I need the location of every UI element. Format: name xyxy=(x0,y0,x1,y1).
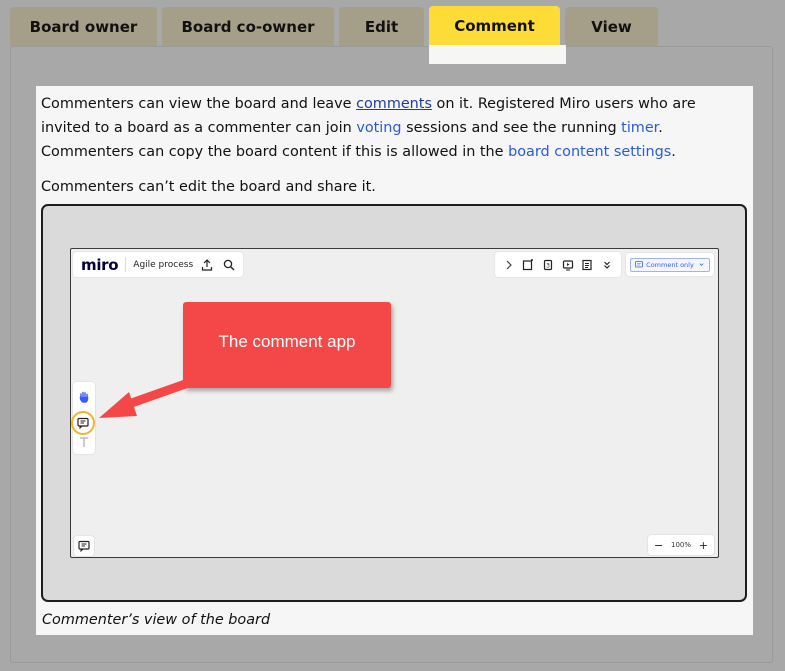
figure-caption: Commenter’s view of the board xyxy=(42,612,271,628)
tab-board-owner[interactable]: Board owner xyxy=(10,7,157,46)
board-content-settings-link[interactable]: board content settings xyxy=(508,144,671,160)
description-paragraph: Commenters can view the board and leave … xyxy=(41,96,696,160)
screenshot-figure: miro Agile process 3 Comment only − 100%… xyxy=(41,204,747,602)
tab-edit[interactable]: Edit xyxy=(339,7,424,46)
voting-link[interactable]: voting xyxy=(356,120,401,136)
tab-view[interactable]: View xyxy=(565,7,658,46)
active-tab-connector xyxy=(429,45,566,64)
tab-content: Commenters can view the board and leave … xyxy=(36,86,753,635)
tab-comment[interactable]: Comment xyxy=(429,6,560,46)
timer-link[interactable]: timer xyxy=(621,120,658,136)
tab-board-co-owner[interactable]: Board co-owner xyxy=(162,7,334,46)
callout-arrow xyxy=(99,377,196,418)
comments-link[interactable]: comments xyxy=(356,96,432,112)
restriction-paragraph: Commenters can’t edit the board and shar… xyxy=(41,179,376,195)
